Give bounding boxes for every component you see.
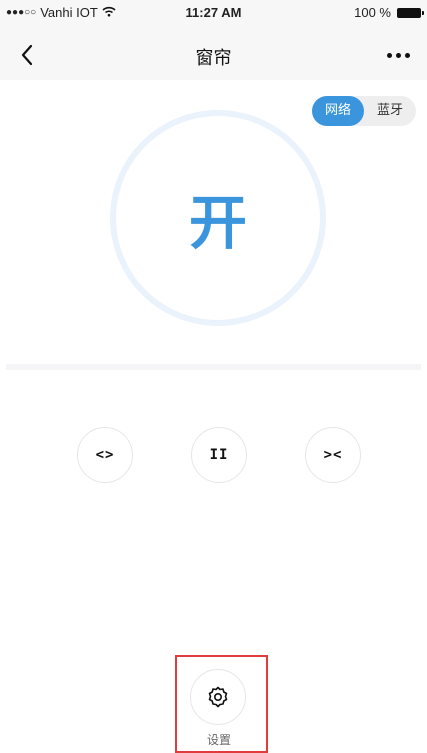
close-arrows-icon: >< [323,447,343,463]
gear-icon [208,686,228,708]
status-right: 100 % [354,5,424,20]
header: ●●●○○ Vanhi IOT 11:27 AM 100 % 窗帘 [0,0,427,80]
pause-curtain-button[interactable]: II [191,427,247,483]
open-curtain-button[interactable]: <> [77,427,133,483]
nav-bar: 窗帘 [0,30,427,80]
toggle-network[interactable]: 网络 [312,96,364,126]
page-title: 窗帘 [195,48,232,69]
connection-toggle: 网络 蓝牙 [312,96,416,126]
section-divider [6,364,421,370]
power-state-label: 开 [188,189,247,257]
battery-icon [397,7,424,18]
toggle-bluetooth[interactable]: 蓝牙 [364,96,416,126]
more-dot [395,52,401,58]
settings-label: 设置 [206,733,231,747]
more-button[interactable] [381,44,415,66]
close-curtain-button[interactable]: >< [305,427,361,483]
more-dot [386,52,392,58]
open-arrows-icon: <> [95,447,115,463]
settings-circle [190,669,246,725]
status-bar: ●●●○○ Vanhi IOT 11:27 AM 100 % [0,0,427,24]
more-dot [404,52,410,58]
battery-percentage: 100 % [354,5,391,20]
power-toggle-ring[interactable]: 开 [110,110,326,326]
settings-button[interactable]: 设置 [189,669,249,747]
pause-icon: II [209,447,229,463]
